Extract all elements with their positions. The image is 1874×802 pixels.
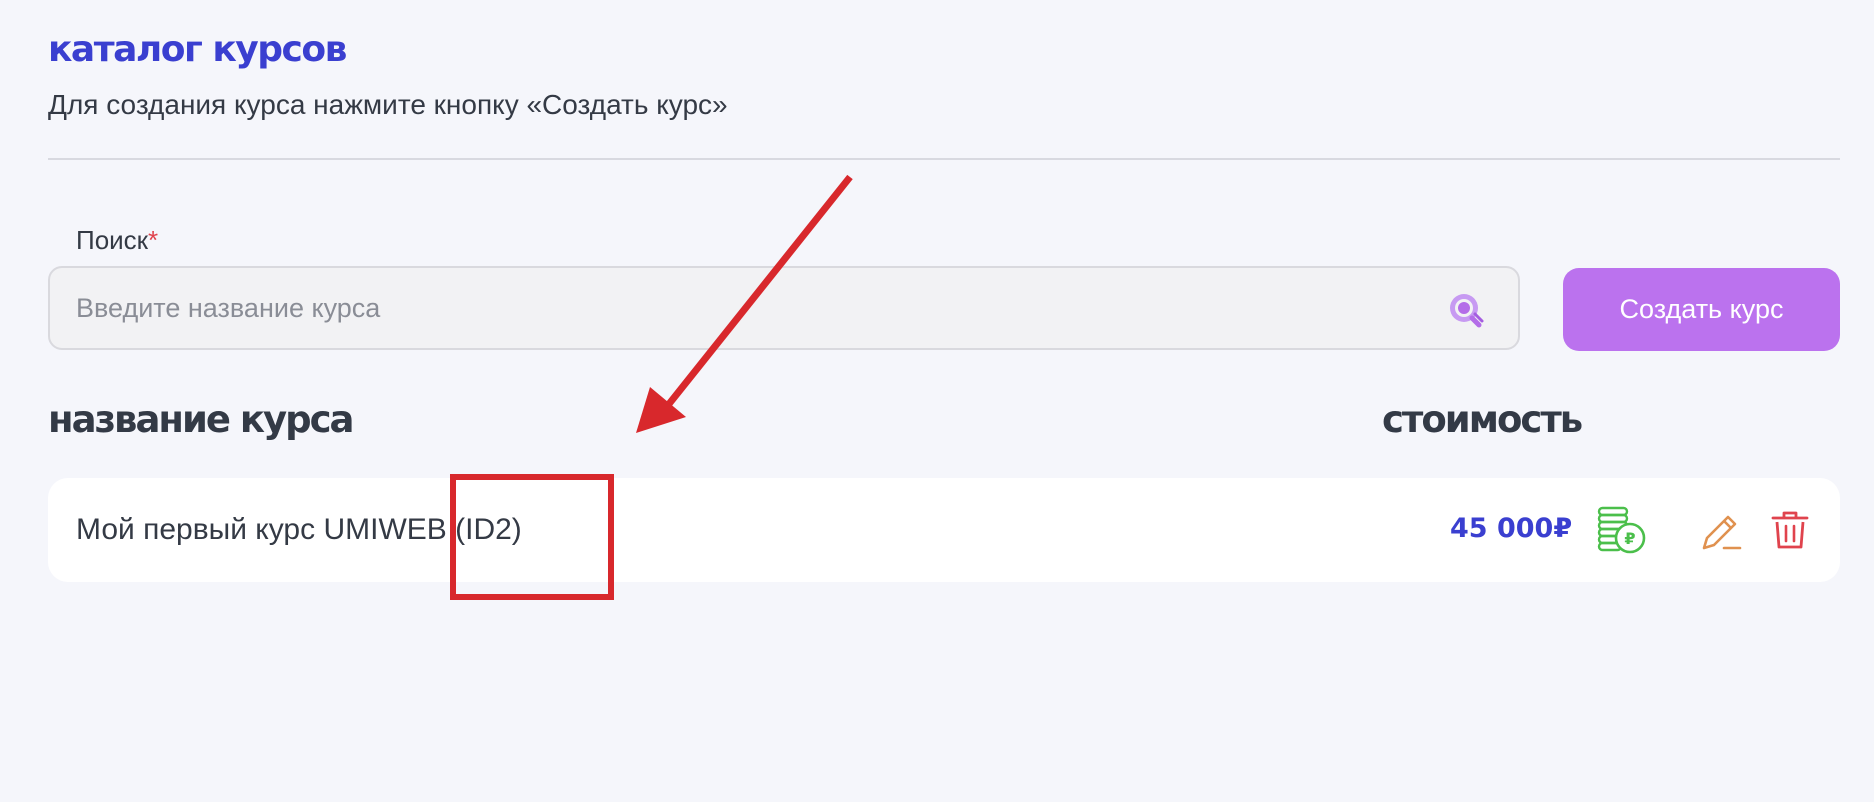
header-divider <box>48 158 1840 160</box>
svg-text:₽: ₽ <box>1624 529 1635 548</box>
required-mark: * <box>148 225 159 255</box>
search-field[interactable] <box>48 266 1520 350</box>
search-input[interactable] <box>76 282 1406 334</box>
page-title: каталог курсов <box>48 29 347 70</box>
column-header-price: стоимость <box>1382 398 1583 441</box>
trash-icon[interactable] <box>1770 509 1810 551</box>
table-row[interactable]: Мой первый курс UMIWEB (ID2) 45 000₽ ₽ <box>48 478 1840 582</box>
search-label-text: Поиск <box>76 225 149 255</box>
course-price: 45 000₽ <box>1450 513 1573 544</box>
coins-ruble-icon: ₽ <box>1597 506 1646 554</box>
page-subtitle: Для создания курса нажмите кнопку «Созда… <box>48 89 728 120</box>
search-label: Поиск* <box>76 225 158 256</box>
column-header-name: название курса <box>48 398 354 441</box>
course-name[interactable]: Мой первый курс UMIWEB (ID2) <box>76 512 522 548</box>
create-course-button[interactable]: Создать курс <box>1563 268 1840 351</box>
edit-pencil-icon[interactable] <box>1700 510 1742 552</box>
search-icon[interactable] <box>1446 290 1486 330</box>
